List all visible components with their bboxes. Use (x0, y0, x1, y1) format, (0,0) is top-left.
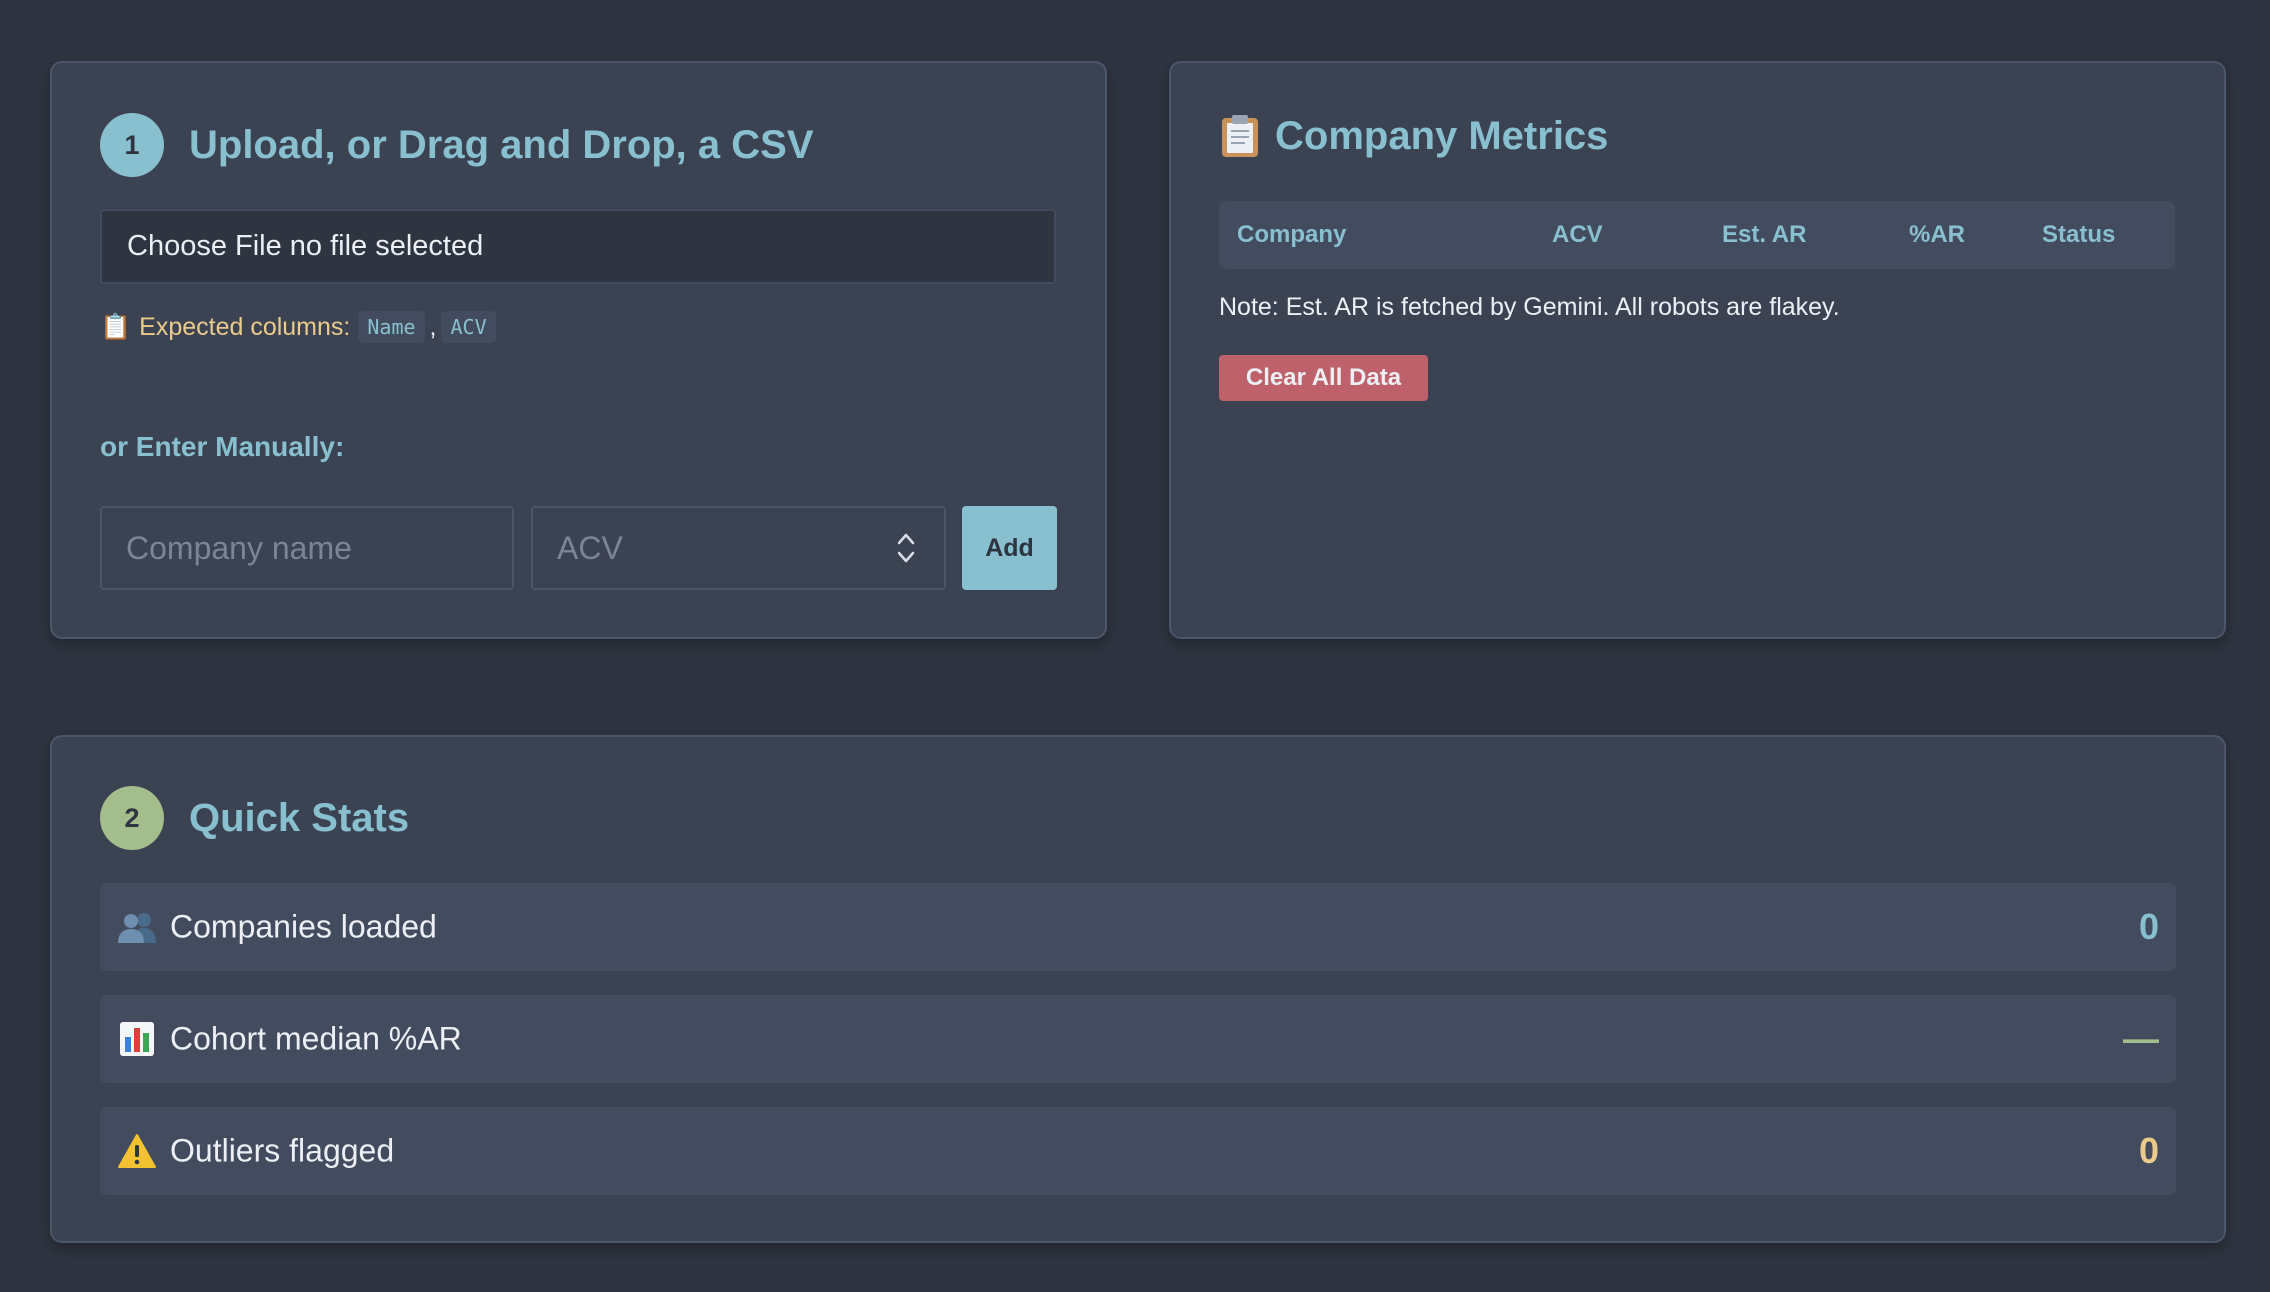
column-chip-name: Name (358, 311, 425, 343)
stat-row-companies-loaded: Companies loaded 0 (100, 883, 2176, 971)
acv-field (531, 506, 946, 590)
metrics-card: Company Metrics Company ACV Est. AR %AR … (1169, 61, 2226, 639)
stat-row-cohort-median: Cohort median %AR — (100, 995, 2176, 1083)
cohort-median-value: — (2123, 1018, 2159, 1059)
outliers-flagged-value: 0 (2138, 1130, 2159, 1171)
bar-chart-icon (120, 1022, 154, 1056)
upload-header: 1 Upload, or Drag and Drop, a CSV (100, 113, 814, 177)
step-2-badge: 2 (100, 786, 164, 850)
outliers-flagged-label: Outliers flagged (170, 1132, 395, 1169)
clipboard-icon: 📋 (100, 312, 132, 341)
acv-input[interactable] (531, 506, 946, 590)
expected-columns-label: Expected columns: (139, 312, 351, 341)
column-header-percent-ar[interactable]: %AR (1909, 221, 1965, 249)
metrics-header: Company Metrics (1219, 113, 1608, 159)
gemini-note: Note: Est. AR is fetched by Gemini. All … (1219, 293, 1840, 321)
column-header-est-ar[interactable]: Est. AR (1722, 221, 1806, 249)
expected-columns: 📋 Expected columns: Name , ACV (100, 305, 496, 349)
manual-entry-label: or Enter Manually: (100, 431, 345, 462)
column-header-status[interactable]: Status (2042, 221, 2115, 249)
file-input[interactable]: Choose File no file selected (100, 209, 1056, 284)
step-1-badge: 1 (100, 113, 164, 177)
quick-stats-card: 2 Quick Stats Companies loaded 0 Cohort … (50, 735, 2226, 1243)
metrics-table-header: Company ACV Est. AR %AR Status (1219, 201, 2175, 269)
stat-row-outliers: Outliers flagged 0 (100, 1107, 2176, 1195)
column-separator: , (429, 312, 437, 341)
company-name-input[interactable] (100, 506, 514, 590)
stats-header: 2 Quick Stats (100, 786, 409, 850)
clipboard-icon (1222, 115, 1258, 157)
column-header-acv[interactable]: ACV (1552, 221, 1603, 249)
metrics-title: Company Metrics (1275, 113, 1609, 158)
file-status: no file selected (289, 230, 484, 262)
choose-file-button[interactable]: Choose File (127, 230, 282, 263)
cohort-median-label: Cohort median %AR (170, 1020, 462, 1057)
people-icon (118, 913, 156, 943)
quick-stats-title: Quick Stats (189, 795, 410, 840)
upload-title: Upload, or Drag and Drop, a CSV (189, 122, 814, 167)
warning-icon (118, 1134, 156, 1168)
clear-all-data-button[interactable]: Clear All Data (1219, 355, 1428, 401)
number-stepper-icon[interactable] (896, 530, 916, 566)
upload-card: 1 Upload, or Drag and Drop, a CSV Choose… (50, 61, 1107, 639)
column-chip-acv: ACV (441, 311, 496, 343)
companies-loaded-value: 0 (2138, 906, 2159, 947)
add-button[interactable]: Add (962, 506, 1057, 590)
companies-loaded-label: Companies loaded (170, 908, 437, 945)
column-header-company[interactable]: Company (1237, 221, 1346, 249)
